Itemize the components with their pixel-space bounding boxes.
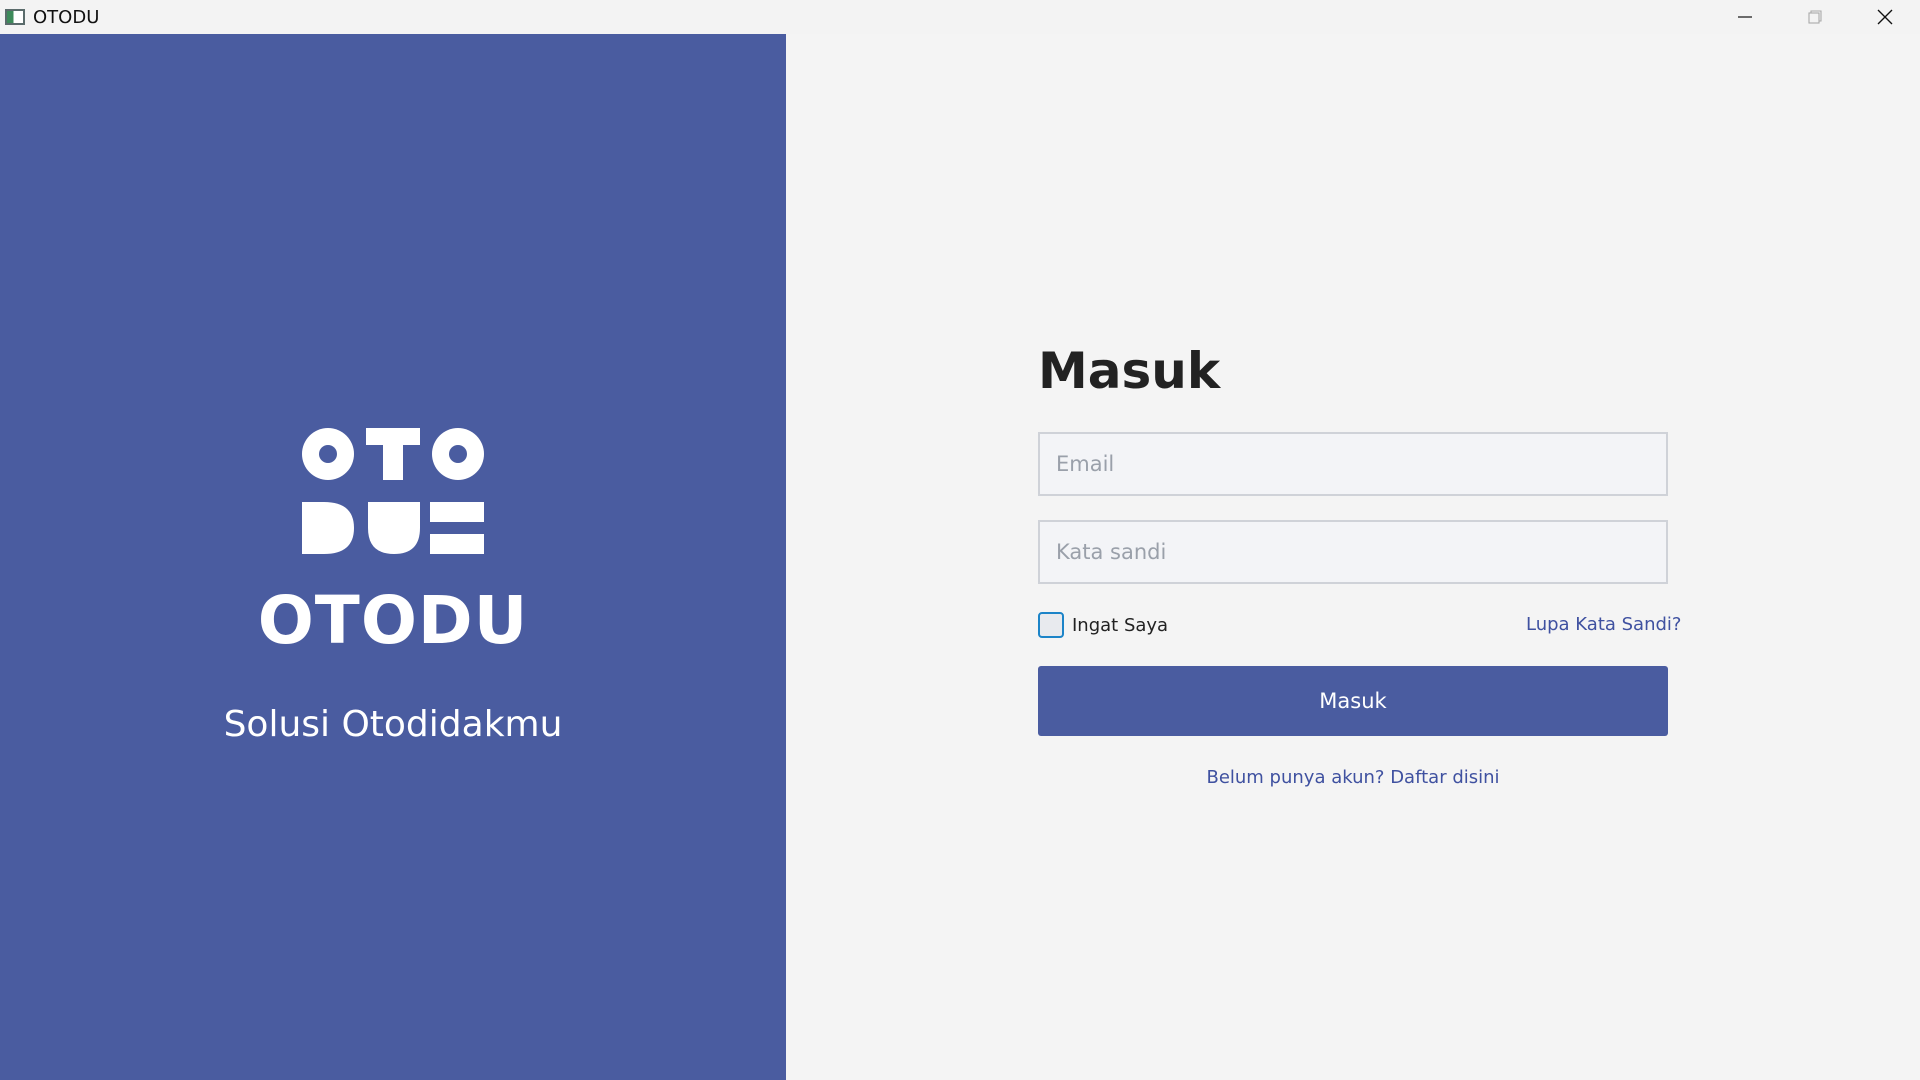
close-button[interactable] (1850, 0, 1920, 34)
otodu-logo (302, 428, 484, 554)
email-input[interactable] (1038, 432, 1668, 496)
signup-link[interactable]: Belum punya akun? Daftar disini (1038, 767, 1668, 788)
login-button[interactable]: Masuk (1038, 666, 1668, 736)
title-bar: OTODU (0, 0, 1920, 34)
close-icon (1877, 9, 1893, 25)
remember-me[interactable]: Ingat Saya (1038, 612, 1168, 638)
forgot-password-link[interactable]: Lupa Kata Sandi? (1526, 614, 1681, 635)
password-input[interactable] (1038, 520, 1668, 584)
login-title: Masuk (1038, 342, 1221, 400)
brand-name: OTODU (257, 582, 529, 659)
login-panel: Masuk Ingat Saya Lupa Kata Sandi? Masuk … (786, 34, 1920, 1080)
brand-panel: OTODU Solusi Otodidakmu (0, 34, 786, 1080)
maximize-icon (1808, 10, 1822, 24)
remember-label: Ingat Saya (1072, 614, 1169, 636)
window-controls (1710, 0, 1920, 34)
minimize-icon (1738, 16, 1752, 18)
maximize-button[interactable] (1780, 0, 1850, 34)
window-title: OTODU (33, 6, 100, 28)
app-icon (5, 9, 25, 25)
brand-tagline: Solusi Otodidakmu (223, 704, 563, 745)
remember-checkbox[interactable] (1038, 612, 1064, 638)
minimize-button[interactable] (1710, 0, 1780, 34)
